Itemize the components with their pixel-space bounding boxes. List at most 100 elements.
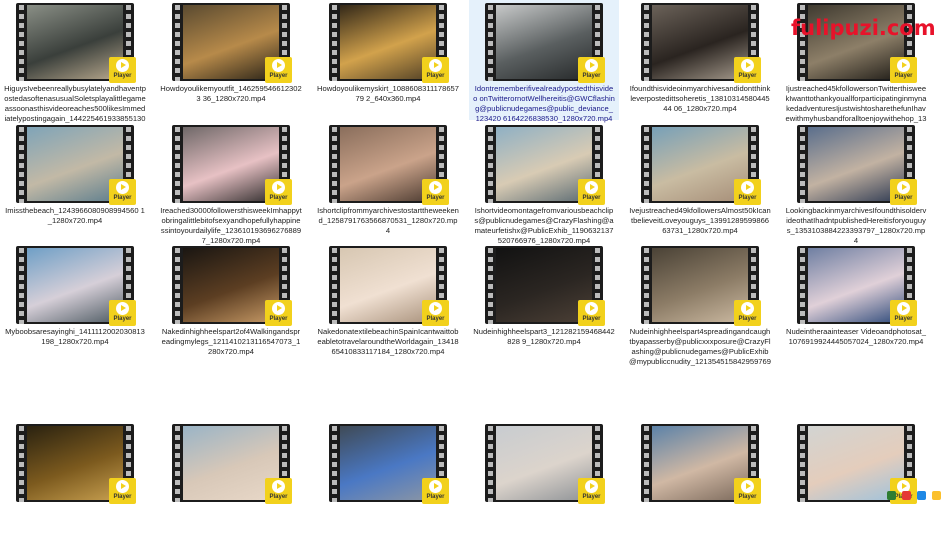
file-item[interactable]: Player Myboobsaresayinghi_141111200203081…: [0, 243, 150, 367]
file-name: [160, 505, 302, 545]
play-icon: [897, 59, 910, 72]
player-badge: Player: [109, 300, 136, 326]
play-icon: [585, 59, 598, 72]
file-name: Ireached30000followersthisweekImhappytob…: [160, 206, 302, 245]
player-label: Player: [738, 73, 757, 79]
video-thumbnail[interactable]: Player: [172, 424, 292, 504]
player-badge: Player: [422, 478, 449, 504]
player-badge: Player: [578, 300, 605, 326]
file-item[interactable]: Player Imissthebeach_1243966080908994560 …: [0, 122, 150, 246]
play-icon: [585, 181, 598, 194]
file-item[interactable]: Player Howdoyoulikemyskirt_10886083111786…: [313, 0, 463, 124]
file-name: Ishortvideomontagefromvariousbeachclips@…: [474, 206, 614, 245]
player-label: Player: [113, 195, 132, 201]
player-badge: Player: [890, 179, 917, 205]
file-name: Idontrememberifivealreadypostedthisvideo…: [473, 84, 615, 123]
file-item[interactable]: Player NakedonatextilebeachinSpainIcantwa…: [313, 243, 463, 367]
video-thumbnail[interactable]: Player: [172, 246, 292, 326]
video-thumbnail[interactable]: Player: [797, 3, 917, 83]
video-thumbnail[interactable]: Player: [329, 3, 449, 83]
film-strip-edge: [172, 3, 183, 81]
file-name: Howdoyoulikemyoutfit_1462595466123023 36…: [160, 84, 302, 103]
video-thumbnail[interactable]: Player: [641, 3, 761, 83]
video-thumbnail[interactable]: Player: [329, 246, 449, 326]
file-item[interactable]: Player Idontrememberifivealreadypostedthi…: [469, 0, 619, 123]
film-strip-edge: [172, 424, 183, 502]
file-item[interactable]: Player Nudeinhighheelspart3_1212821594684…: [469, 243, 619, 367]
video-thumbnail[interactable]: Player: [485, 246, 605, 326]
file-item[interactable]: Player Ishortvideomontagefromvariousbeach…: [469, 122, 619, 246]
file-item[interactable]: Player Nudeinhighheelspart4spreadingandca…: [625, 243, 775, 367]
player-label: Player: [113, 316, 132, 322]
video-thumbnail[interactable]: Player: [797, 246, 917, 326]
video-thumbnail[interactable]: Player: [485, 424, 605, 504]
player-badge: Player: [890, 300, 917, 326]
file-item[interactable]: Player: [625, 421, 775, 545]
film-strip-edge: [485, 424, 496, 502]
tray-icon[interactable]: [917, 490, 926, 500]
system-tray: [871, 490, 943, 500]
video-thumbnail[interactable]: Player: [641, 246, 761, 326]
film-strip-edge: [329, 125, 340, 203]
film-strip-edge: [641, 125, 652, 203]
file-name: [473, 505, 615, 545]
film-strip-edge: [797, 424, 808, 502]
player-badge: Player: [109, 57, 136, 83]
video-thumbnail[interactable]: Player: [797, 125, 917, 205]
tray-icon[interactable]: [887, 490, 896, 500]
tray-icon[interactable]: [902, 490, 911, 500]
file-item[interactable]: Player Ivejustreached49kfollowersAlmost50…: [625, 122, 775, 246]
player-label: Player: [269, 316, 288, 322]
player-label: Player: [894, 73, 913, 79]
video-thumbnail[interactable]: Player: [16, 125, 136, 205]
file-item[interactable]: Player: [313, 421, 463, 545]
file-item[interactable]: Player Ifoundthisvideoinmyarchivesandidon…: [625, 0, 775, 124]
file-item[interactable]: Player: [0, 421, 150, 545]
film-strip-edge: [16, 125, 27, 203]
video-thumbnail[interactable]: Player: [16, 424, 136, 504]
film-strip-edge: [485, 246, 496, 324]
video-thumbnail[interactable]: Player: [485, 3, 605, 83]
file-item[interactable]: Player Nakedinhighheelspart2of4Walkingand…: [156, 243, 306, 367]
file-name: [629, 505, 771, 545]
file-item[interactable]: Player Howdoyoulikemyoutfit_1462595466123…: [156, 0, 306, 124]
play-icon: [741, 59, 754, 72]
player-label: Player: [582, 316, 601, 322]
file-item[interactable]: Player Nudeintheraainteaser Videoandphoto…: [781, 243, 931, 367]
player-badge: Player: [422, 300, 449, 326]
play-icon: [272, 302, 285, 315]
file-item[interactable]: Player: [156, 421, 306, 545]
player-badge: Player: [422, 179, 449, 205]
watermark: fulipuzi.com: [791, 16, 936, 40]
player-label: Player: [113, 73, 132, 79]
video-thumbnail[interactable]: Player: [329, 424, 449, 504]
tray-icon[interactable]: [932, 490, 941, 500]
video-thumbnail[interactable]: Player: [172, 3, 292, 83]
file-name: [4, 505, 146, 545]
file-item[interactable]: Player: [781, 421, 931, 545]
video-thumbnail[interactable]: Player: [641, 424, 761, 504]
play-icon: [429, 480, 442, 493]
player-badge: Player: [578, 478, 605, 504]
player-badge: Player: [734, 179, 761, 205]
film-strip-edge: [485, 3, 496, 81]
file-item[interactable]: Player: [469, 421, 619, 545]
video-thumbnail[interactable]: Player: [16, 246, 136, 326]
film-strip-edge: [172, 125, 183, 203]
player-label: Player: [269, 73, 288, 79]
file-name: LookingbackinmyarchivesIfoundthisoldervi…: [785, 206, 927, 245]
video-thumbnail[interactable]: Player: [16, 3, 136, 83]
file-name: Ijustreached45kfollowersonTwitterthiswee…: [785, 84, 927, 123]
video-thumbnail[interactable]: Player: [485, 125, 605, 205]
play-icon: [272, 181, 285, 194]
file-name: Nakedinhighheelspart2of4Walkingandspread…: [161, 327, 301, 356]
video-thumbnail[interactable]: Player: [329, 125, 449, 205]
file-item[interactable]: Player Ishortclipfrommyarchivestostartthe…: [313, 122, 463, 246]
film-strip-edge: [329, 3, 340, 81]
file-name: Nudeinhighheelspart3_121282159468442828 …: [473, 327, 615, 346]
file-item[interactable]: Player Ireached30000followersthisweekImha…: [156, 122, 306, 246]
file-item[interactable]: Player HiguysIvebeenreallybusylatelyandha…: [0, 0, 150, 124]
file-item[interactable]: Player LookingbackinmyarchivesIfoundthiso…: [781, 122, 931, 246]
video-thumbnail[interactable]: Player: [172, 125, 292, 205]
video-thumbnail[interactable]: Player: [641, 125, 761, 205]
